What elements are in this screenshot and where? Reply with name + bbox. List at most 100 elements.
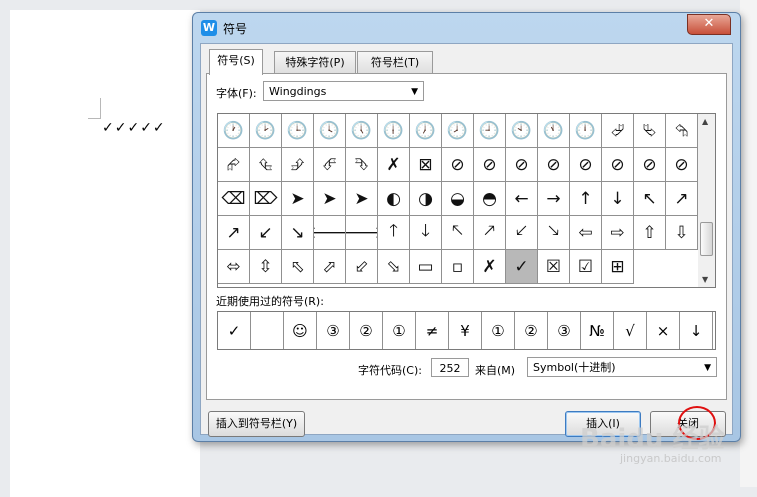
symbol-cell[interactable]: ⇨ (602, 216, 634, 250)
symbol-cell[interactable]: 🡑 (378, 216, 410, 250)
symbol-cell[interactable]: 🡔 (442, 216, 474, 250)
symbol-cell[interactable]: 🡒 (346, 216, 378, 250)
symbol-cell[interactable]: 🕔 (346, 114, 378, 148)
recent-symbol-cell[interactable]: ① (383, 312, 416, 349)
char-code-input[interactable]: 252 (431, 358, 469, 377)
symbol-cell[interactable]: ⮴ (250, 148, 282, 182)
symbol-cell[interactable]: ▫ (442, 250, 474, 284)
symbol-cell[interactable]: ⊘ (570, 148, 602, 182)
symbol-cell[interactable]: 🡐 (314, 216, 346, 250)
symbol-cell[interactable]: ⇧ (634, 216, 666, 250)
symbol-cell[interactable]: ⮲ (666, 114, 698, 148)
symbol-cell[interactable]: ⮳ (218, 148, 250, 182)
symbol-cell[interactable]: ⬄ (218, 250, 250, 284)
symbol-cell[interactable]: ⮵ (282, 148, 314, 182)
symbol-cell[interactable]: ⊘ (474, 148, 506, 182)
symbol-cell[interactable]: ◑ (410, 182, 442, 216)
recent-symbol-cell[interactable]: ① (482, 312, 515, 349)
symbol-cell[interactable]: ✗ (474, 250, 506, 284)
symbol-cell[interactable]: 🕙 (506, 114, 538, 148)
symbol-cell[interactable]: ◒ (442, 182, 474, 216)
symbol-cell[interactable]: ⊘ (442, 148, 474, 182)
symbol-cell[interactable]: ⊘ (538, 148, 570, 182)
symbol-cell[interactable]: ⊘ (634, 148, 666, 182)
symbol-cell[interactable]: ⮰ (602, 114, 634, 148)
scroll-up-icon[interactable]: ▲ (702, 117, 708, 126)
recent-symbol-cell[interactable]: ≠ (416, 312, 449, 349)
tab-special-characters[interactable]: 特殊字符(P) (274, 51, 356, 74)
symbol-cell[interactable]: ◐ (378, 182, 410, 216)
symbol-cell[interactable]: 🕖 (410, 114, 442, 148)
symbol-cell[interactable]: ⬁ (282, 250, 314, 284)
recent-symbol-cell[interactable]: ✓ (218, 312, 251, 349)
close-icon[interactable]: ✕ (687, 14, 731, 35)
symbol-cell[interactable]: ↗ (666, 182, 698, 216)
symbol-cell[interactable]: 🕘 (474, 114, 506, 148)
symbol-cell[interactable]: ⌦ (250, 182, 282, 216)
symbol-cell[interactable]: 🡗 (506, 216, 538, 250)
symbol-grid-scrollbar[interactable]: ▲ ▼ (698, 113, 716, 288)
symbol-cell[interactable]: ☒ (538, 250, 570, 284)
symbol-cell[interactable]: 🕛 (570, 114, 602, 148)
symbol-cell[interactable]: 🕐 (218, 114, 250, 148)
symbol-cell[interactable]: ↖ (634, 182, 666, 216)
symbol-cell[interactable]: ↑ (570, 182, 602, 216)
recent-symbol-cell[interactable]: ¥ (449, 312, 482, 349)
symbol-cell[interactable]: ⊘ (666, 148, 698, 182)
symbol-cell[interactable]: ✓ (506, 250, 538, 284)
symbol-cell[interactable]: ⌫ (218, 182, 250, 216)
symbol-cell[interactable]: ⮱ (634, 114, 666, 148)
recent-symbol-cell[interactable]: № (581, 312, 614, 349)
symbol-cell[interactable]: ➤ (314, 182, 346, 216)
symbol-cell[interactable]: ⮷ (346, 148, 378, 182)
recent-symbol-cell[interactable]: ③ (317, 312, 350, 349)
symbol-cell[interactable]: ◓ (474, 182, 506, 216)
symbol-cell[interactable]: ⇳ (250, 250, 282, 284)
symbol-cell[interactable]: ← (506, 182, 538, 216)
scroll-down-icon[interactable]: ▼ (702, 275, 708, 284)
symbol-cell[interactable]: ☑ (570, 250, 602, 284)
symbol-cell[interactable]: 🡖 (538, 216, 570, 250)
symbol-cell[interactable]: ↗ (218, 216, 250, 250)
recent-symbol-cell[interactable]: ☺ (284, 312, 317, 349)
symbol-cell[interactable]: ⬀ (314, 250, 346, 284)
symbol-cell[interactable]: → (538, 182, 570, 216)
symbol-cell[interactable]: ⊘ (602, 148, 634, 182)
symbol-cell[interactable]: ⬃ (346, 250, 378, 284)
symbol-cell[interactable]: ⊞ (602, 250, 634, 284)
symbol-cell[interactable]: 🕕 (378, 114, 410, 148)
symbol-cell[interactable]: ↓ (602, 182, 634, 216)
recent-symbol-cell[interactable]: ② (515, 312, 548, 349)
symbol-cell[interactable]: ➤ (346, 182, 378, 216)
symbol-cell[interactable]: 🕒 (282, 114, 314, 148)
font-select[interactable]: Wingdings ▼ (263, 81, 424, 101)
symbol-cell[interactable]: ↘ (282, 216, 314, 250)
symbol-cell[interactable]: ⇩ (666, 216, 698, 250)
tab-symbol-bar[interactable]: 符号栏(T) (357, 51, 433, 74)
recent-symbol-cell[interactable]: ↓ (680, 312, 713, 349)
recent-symbol-cell[interactable]: ③ (548, 312, 581, 349)
symbol-cell[interactable]: ⊘ (506, 148, 538, 182)
document-text[interactable]: ✓✓✓✓✓ (102, 120, 166, 136)
symbol-cell[interactable]: ▭ (410, 250, 442, 284)
tab-symbol[interactable]: 符号(S) (209, 49, 263, 75)
symbol-cell[interactable]: ⬂ (378, 250, 410, 284)
scrollbar-thumb[interactable] (700, 222, 713, 256)
symbol-cell[interactable]: 🕓 (314, 114, 346, 148)
symbol-cell[interactable]: 🕑 (250, 114, 282, 148)
symbol-cell[interactable]: ⊠ (410, 148, 442, 182)
symbol-cell[interactable]: ⮶ (314, 148, 346, 182)
recent-symbol-cell[interactable]: × (647, 312, 680, 349)
symbol-cell[interactable]: ✗ (378, 148, 410, 182)
symbol-cell[interactable]: 🡕 (474, 216, 506, 250)
symbol-cell[interactable]: ↙ (250, 216, 282, 250)
recent-symbol-cell[interactable]: √ (614, 312, 647, 349)
symbol-cell[interactable]: ⇦ (570, 216, 602, 250)
recent-symbol-cell[interactable]: ② (350, 312, 383, 349)
from-select[interactable]: Symbol(十进制) ▼ (527, 357, 717, 377)
symbol-cell[interactable]: 🕚 (538, 114, 570, 148)
symbol-cell[interactable]: 🕗 (442, 114, 474, 148)
insert-to-symbol-bar-button[interactable]: 插入到符号栏(Y) (208, 411, 305, 437)
symbol-cell[interactable]: 🡓 (410, 216, 442, 250)
recent-symbol-cell[interactable] (251, 312, 284, 349)
